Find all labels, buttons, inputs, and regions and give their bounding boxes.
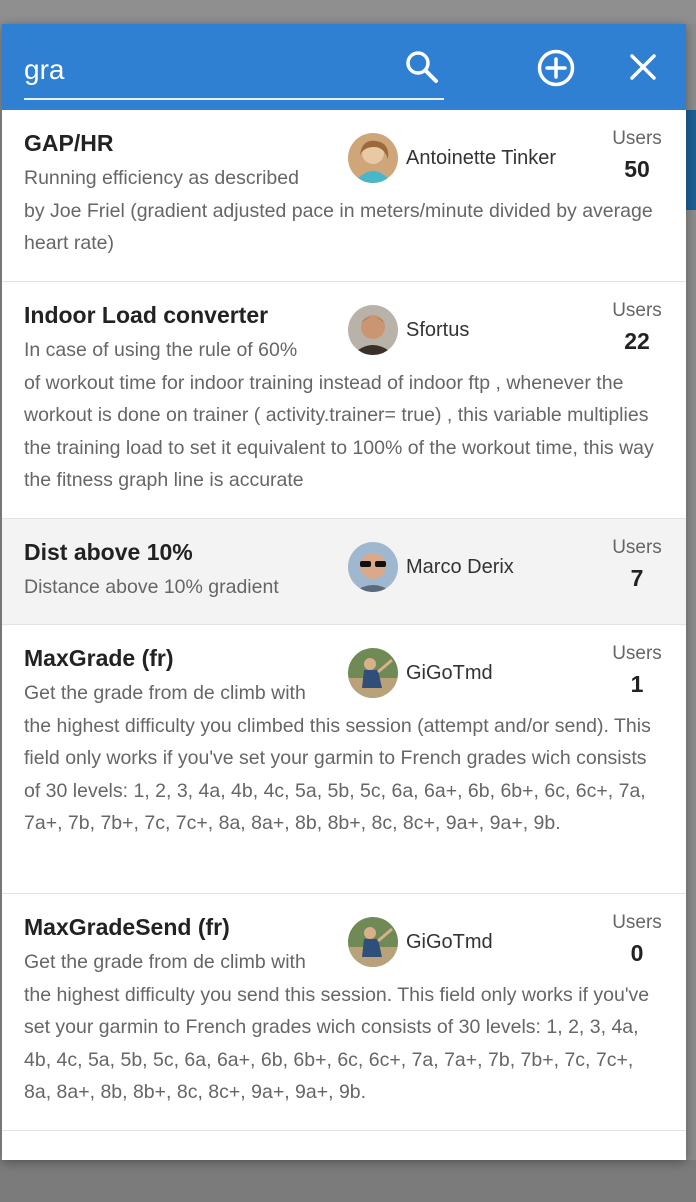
results-list: GAP/HR Running efficiency as described b… [2, 110, 686, 1131]
description-rest: the highest difficulty you send this ses… [24, 983, 650, 1104]
add-circle-icon[interactable] [536, 48, 576, 88]
search-icon[interactable] [404, 49, 440, 85]
users-label: Users [612, 128, 662, 149]
field-name: Indoor Load converter [24, 302, 269, 328]
author-name: Sfortus [406, 318, 470, 341]
avatar [348, 542, 398, 592]
field-name: Dist above 10% [24, 539, 193, 565]
users-count-block: Users 50 [602, 126, 672, 186]
author-name: GiGoTmd [406, 930, 493, 953]
avatar [348, 133, 398, 183]
background-bottom-area [0, 1160, 696, 1202]
users-count-block: Users 0 [602, 910, 672, 970]
result-row-selected[interactable]: Dist above 10% Distance above 10% gradie… [2, 519, 686, 625]
field-name: MaxGrade (fr) [24, 645, 174, 671]
author[interactable]: GiGoTmd [348, 916, 493, 968]
description-first-line: Distance above 10% gradient [24, 576, 279, 598]
close-icon[interactable] [628, 52, 658, 82]
users-label: Users [612, 643, 662, 664]
field-description: Get the grade from de climb with the hig… [24, 677, 664, 840]
description-first-line: Get the grade from de climb with [24, 682, 306, 704]
users-label: Users [612, 537, 662, 558]
users-count: 22 [624, 328, 650, 354]
avatar [348, 305, 398, 355]
author[interactable]: Marco Derix [348, 541, 514, 593]
users-count: 0 [630, 940, 644, 966]
result-row[interactable]: GAP/HR Running efficiency as described b… [2, 110, 686, 282]
description-rest: by Joe Friel (gradient adjusted pace in … [24, 199, 653, 255]
author[interactable]: Sfortus [348, 304, 469, 356]
users-count-block: Users 7 [602, 535, 672, 595]
users-count: 7 [630, 565, 644, 591]
field-name: GAP/HR [24, 130, 114, 156]
search-field-wrapper [24, 46, 444, 100]
background-chart-strip [0, 0, 696, 24]
custom-field-search-dialog: GAP/HR Running efficiency as described b… [2, 24, 686, 1160]
description-first-line: In case of using the rule of 60% [24, 339, 298, 361]
field-description: Running efficiency as described by Joe F… [24, 162, 664, 260]
avatar [348, 917, 398, 967]
field-description: Distance above 10% gradient [24, 571, 664, 604]
author-name: Antoinette Tinker [406, 146, 557, 169]
author[interactable]: Antoinette Tinker [348, 132, 556, 184]
result-row[interactable]: MaxGrade (fr) Get the grade from de clim… [2, 625, 686, 894]
avatar [348, 648, 398, 698]
author-name: GiGoTmd [406, 661, 493, 684]
result-row[interactable]: MaxGradeSend (fr) Get the grade from de … [2, 894, 686, 1131]
description-first-line: Get the grade from de climb with [24, 951, 306, 973]
description-first-line: Running efficiency as described [24, 167, 299, 189]
search-input[interactable] [24, 48, 384, 92]
dialog-header [2, 24, 686, 110]
users-count: 1 [630, 671, 644, 697]
field-description: Get the grade from de climb with the hig… [24, 946, 664, 1109]
users-count: 50 [624, 156, 650, 182]
field-name: MaxGradeSend (fr) [24, 914, 230, 940]
users-label: Users [612, 300, 662, 321]
field-description: In case of using the rule of 60% of work… [24, 334, 664, 497]
result-row[interactable]: Indoor Load converter In case of using t… [2, 282, 686, 519]
author-name: Marco Derix [406, 555, 514, 578]
background-accent-strip [686, 110, 696, 210]
author[interactable]: GiGoTmd [348, 647, 493, 699]
users-count-block: Users 22 [602, 298, 672, 358]
description-rest: the highest difficulty you climbed this … [24, 714, 651, 835]
users-count-block: Users 1 [602, 641, 672, 701]
users-label: Users [612, 912, 662, 933]
description-rest: of workout time for indoor training inst… [24, 371, 654, 492]
